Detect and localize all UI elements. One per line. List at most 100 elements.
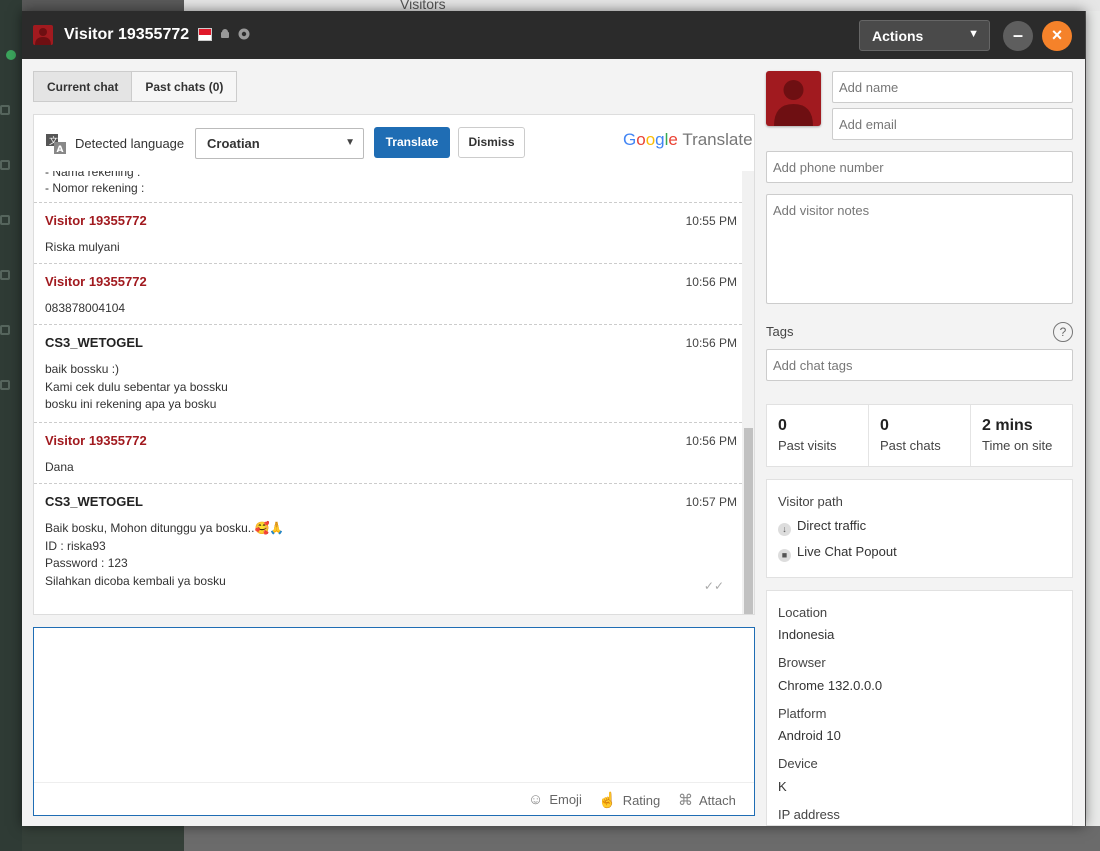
message-line: Riska mulyani (45, 240, 120, 254)
message-list: - Nama rekening : - Nomor rekening : Vis… (34, 171, 742, 614)
rating-label: Rating (622, 793, 661, 808)
stat-label: Past visits (778, 438, 837, 453)
location-label: Location (778, 605, 828, 620)
thumbs-up-icon: ☝ (598, 792, 617, 809)
previous-line: - Nama rekening : (45, 171, 141, 179)
android-icon (219, 28, 231, 40)
tags-field[interactable]: Add chat tags (766, 349, 1073, 381)
arrow-down-icon: ↓ (778, 523, 791, 536)
email-field[interactable]: Add email (832, 108, 1073, 140)
message-text: Riska mulyani (45, 239, 120, 257)
visitor-path-label: Visitor path (778, 494, 843, 509)
message-author: Visitor 19355772 (45, 213, 147, 228)
path-item-label: Live Chat Popout (797, 544, 897, 559)
country-flag-icon (198, 28, 212, 41)
rating-button[interactable]: ☝ Rating (598, 791, 660, 809)
phone-placeholder: Add phone number (773, 160, 884, 175)
browser-label: Browser (778, 655, 826, 670)
visitor-avatar (766, 71, 821, 126)
previous-message-tail: - Nama rekening : - Nomor rekening : (45, 171, 144, 196)
app-header: Visitors (184, 0, 1100, 12)
help-icon[interactable]: ? (1053, 322, 1073, 342)
read-receipt-icon: ✓✓ (703, 579, 724, 593)
tab-current-chat[interactable]: Current chat (33, 71, 133, 102)
translate-icon: 文A (46, 134, 66, 155)
visitor-avatar-small (33, 25, 53, 45)
attach-label: Attach (699, 793, 736, 808)
message-line: Kami cek dulu sebentar ya bossku (45, 379, 228, 394)
nav-analytics-icon[interactable] (0, 270, 10, 280)
smiley-icon: ☺ (528, 791, 544, 808)
app-content-edge (1086, 11, 1100, 851)
page-icon: ■ (778, 549, 791, 562)
app-sidebar-panel (22, 826, 184, 851)
message-line: baik bossku :) (45, 362, 120, 376)
chat-message: Visitor 19355772 10:56 PM Dana (34, 422, 742, 483)
name-placeholder: Add name (839, 80, 899, 95)
dismiss-button[interactable]: Dismiss (458, 127, 525, 158)
message-text: 083878004104 (45, 300, 125, 318)
message-text: Dana (45, 459, 74, 477)
chevron-down-icon: ▼ (968, 28, 979, 40)
message-text: baik bossku :) Kami cek dulu sebentar ya… (45, 361, 228, 414)
previous-line: - Nomor rekening : (45, 181, 145, 195)
phone-field[interactable]: Add phone number (766, 151, 1073, 183)
device-value: K (778, 779, 787, 794)
message-line: bosku ini rekening apa ya bosku (45, 397, 217, 411)
message-scrollbar-thumb[interactable] (744, 428, 753, 614)
actions-dropdown[interactable]: Actions ▼ (859, 20, 990, 51)
message-time: 10:55 PM (685, 214, 737, 228)
minimize-button[interactable]: – (1003, 21, 1033, 51)
message-author: CS3_WETOGEL (45, 494, 144, 509)
visitor-chat-window: Visitor 19355772 Actions ▼ – × Current c… (22, 11, 1085, 826)
close-button[interactable]: × (1042, 21, 1072, 51)
window-titlebar: Visitor 19355772 Actions ▼ – × (22, 11, 1085, 59)
chat-message: CS3_WETOGEL 10:57 PM Baik bosku, Mohon d… (34, 483, 742, 603)
app-sidebar (0, 0, 22, 851)
detected-language-label: Detected language (75, 136, 185, 151)
tags-label: Tags (766, 324, 794, 339)
stat-value: 0 (880, 417, 889, 434)
tags-placeholder: Add chat tags (773, 358, 853, 373)
message-time: 10:56 PM (685, 336, 737, 350)
chat-message: Visitor 19355772 10:56 PM 083878004104 (34, 263, 742, 324)
message-line: Password : 123 (45, 556, 128, 570)
nav-settings-icon[interactable] (0, 325, 10, 335)
visitor-path-card: Visitor path ↓ Direct traffic ■ Live Chat … (766, 479, 1073, 578)
svg-text:A: A (57, 145, 64, 154)
stat-time-on-site: 2 mins Time on site (971, 405, 1072, 466)
browser-value: Chrome 132.0.0.0 (778, 678, 883, 693)
message-line: Baik bosku, Mohon ditunggu ya bosku..🥰🙏 (45, 521, 285, 535)
nav-history-icon[interactable] (0, 215, 10, 225)
message-time: 10:56 PM (685, 434, 737, 448)
nav-help-icon[interactable] (0, 380, 10, 390)
tab-past-chats[interactable]: Past chats (0) (132, 71, 238, 102)
stat-label: Time on site (982, 438, 1053, 453)
visitor-stats: 0 Past visits 0 Past chats 2 mins Time o… (766, 404, 1073, 467)
chrome-browser-icon (238, 28, 250, 40)
stat-label: Past chats (880, 438, 941, 453)
google-wordmark: Google (623, 130, 678, 149)
message-line: ID : riska93 (45, 538, 106, 553)
translate-button[interactable]: Translate (374, 127, 450, 158)
message-line: 083878004104 (45, 301, 126, 315)
chevron-down-icon: ▼ (345, 137, 355, 148)
message-author: Visitor 19355772 (45, 274, 147, 289)
nav-visitors-icon[interactable] (0, 160, 10, 170)
chat-message: CS3_WETOGEL 10:56 PM baik bossku :) Kami… (34, 324, 742, 422)
translate-wordmark: Translate (682, 130, 753, 149)
platform-value: Android 10 (778, 728, 841, 743)
attach-button[interactable]: ⌘ Attach (678, 791, 736, 809)
emoji-button[interactable]: ☺ Emoji (528, 791, 582, 808)
emoji-label: Emoji (549, 792, 582, 807)
composer-toolbar: ☺ Emoji ☝ Rating ⌘ Attach (34, 782, 754, 815)
message-composer[interactable]: ☺ Emoji ☝ Rating ⌘ Attach (33, 627, 755, 816)
translate-bar: 文A Detected language Croatian ▼ Translat… (34, 115, 754, 171)
message-text: Baik bosku, Mohon ditunggu ya bosku..🥰🙏 … (45, 520, 284, 590)
notes-field[interactable]: Add visitor notes (766, 194, 1073, 304)
name-field[interactable]: Add name (832, 71, 1073, 103)
window-title: Visitor 19355772 (64, 26, 190, 43)
stat-value: 2 mins (982, 417, 1033, 434)
nav-home-icon[interactable] (0, 105, 10, 115)
language-select[interactable]: Croatian ▼ (195, 128, 364, 159)
